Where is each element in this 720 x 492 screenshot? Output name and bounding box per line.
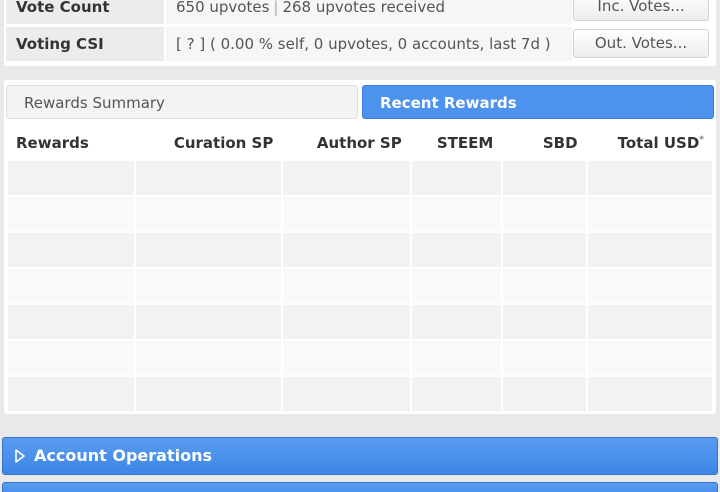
column-header-sbd[interactable]: SBD xyxy=(503,127,586,159)
table-cell xyxy=(503,305,586,339)
voting-csi-label: Voting CSI xyxy=(6,27,164,61)
account-operations-toggle[interactable]: Account Operations xyxy=(2,437,718,475)
table-cell xyxy=(8,377,135,411)
table-cell xyxy=(283,269,410,303)
table-cell xyxy=(587,161,712,195)
table-cell xyxy=(283,161,410,195)
column-header-author-sp[interactable]: Author SP xyxy=(283,127,410,159)
table-cell xyxy=(8,161,135,195)
vote-count-value: 650 upvotes | 268 upvotes received xyxy=(166,0,572,24)
table-cell xyxy=(136,197,282,231)
table-cell xyxy=(587,341,712,375)
table-cell xyxy=(587,305,712,339)
table-cell xyxy=(283,377,410,411)
table-row xyxy=(8,161,712,195)
table-row xyxy=(8,269,712,303)
vote-count-label: Vote Count xyxy=(6,0,164,24)
table-cell xyxy=(587,233,712,267)
table-cell xyxy=(411,305,502,339)
account-operations-label: Account Operations xyxy=(34,446,212,465)
table-header-row: Rewards Curation SP Author SP STEEM SBD … xyxy=(8,127,712,159)
table-cell xyxy=(136,161,282,195)
table-cell xyxy=(136,269,282,303)
tab-recent-rewards[interactable]: Recent Rewards xyxy=(362,85,714,119)
table-cell xyxy=(411,197,502,231)
table-cell xyxy=(283,341,410,375)
table-cell xyxy=(587,197,712,231)
table-cell xyxy=(503,161,586,195)
table-row xyxy=(8,233,712,267)
rewards-panel: Rewards Summary Recent Rewards Rewards C… xyxy=(4,80,716,414)
total-usd-label: Total USD xyxy=(617,134,700,152)
table-row xyxy=(8,197,712,231)
table-cell xyxy=(8,197,135,231)
incoming-votes-button[interactable]: Inc. Votes... xyxy=(573,0,709,21)
column-header-rewards[interactable]: Rewards xyxy=(8,127,135,159)
table-cell xyxy=(587,377,712,411)
table-cell xyxy=(8,269,135,303)
table-cell xyxy=(411,161,502,195)
next-section-toggle[interactable] xyxy=(2,482,718,492)
table-cell xyxy=(411,341,502,375)
table-cell xyxy=(411,233,502,267)
table-cell xyxy=(411,377,502,411)
vote-count-row: Vote Count 650 upvotes | 268 upvotes recei… xyxy=(5,0,715,24)
table-cell xyxy=(136,377,282,411)
table-cell xyxy=(283,197,410,231)
outgoing-votes-button[interactable]: Out. Votes... xyxy=(573,29,709,58)
table-cell xyxy=(503,269,586,303)
table-cell xyxy=(503,377,586,411)
total-usd-footnote-marker: * xyxy=(699,135,704,145)
table-cell xyxy=(411,269,502,303)
table-cell xyxy=(503,341,586,375)
table-cell xyxy=(136,233,282,267)
table-cell xyxy=(8,305,135,339)
table-cell xyxy=(587,269,712,303)
upvotes-count: 650 upvotes xyxy=(176,0,270,16)
table-cell xyxy=(8,341,135,375)
value-separator: | xyxy=(273,0,279,16)
table-row xyxy=(8,377,712,411)
rewards-table-body xyxy=(8,161,712,411)
rewards-table: Rewards Curation SP Author SP STEEM SBD … xyxy=(6,125,714,413)
table-cell xyxy=(136,341,282,375)
table-cell xyxy=(283,233,410,267)
table-row xyxy=(8,341,712,375)
table-cell xyxy=(283,305,410,339)
upvotes-received: 268 upvotes received xyxy=(282,0,445,16)
column-header-curation-sp[interactable]: Curation SP xyxy=(136,127,282,159)
table-cell xyxy=(503,233,586,267)
voting-csi-value: [ ? ] ( 0.00 % self, 0 upvotes, 0 accoun… xyxy=(166,27,572,61)
column-header-steem[interactable]: STEEM xyxy=(411,127,502,159)
tab-rewards-summary[interactable]: Rewards Summary xyxy=(6,85,358,119)
account-stats-panel: Vote Count 650 upvotes | 268 upvotes recei… xyxy=(4,0,716,66)
table-cell xyxy=(503,197,586,231)
column-header-total-usd[interactable]: Total USD* xyxy=(587,127,712,159)
table-cell xyxy=(8,233,135,267)
table-row xyxy=(8,305,712,339)
voting-csi-row: Voting CSI [ ? ] ( 0.00 % self, 0 upvote… xyxy=(5,27,715,61)
triangle-right-icon xyxy=(15,449,25,463)
table-cell xyxy=(136,305,282,339)
